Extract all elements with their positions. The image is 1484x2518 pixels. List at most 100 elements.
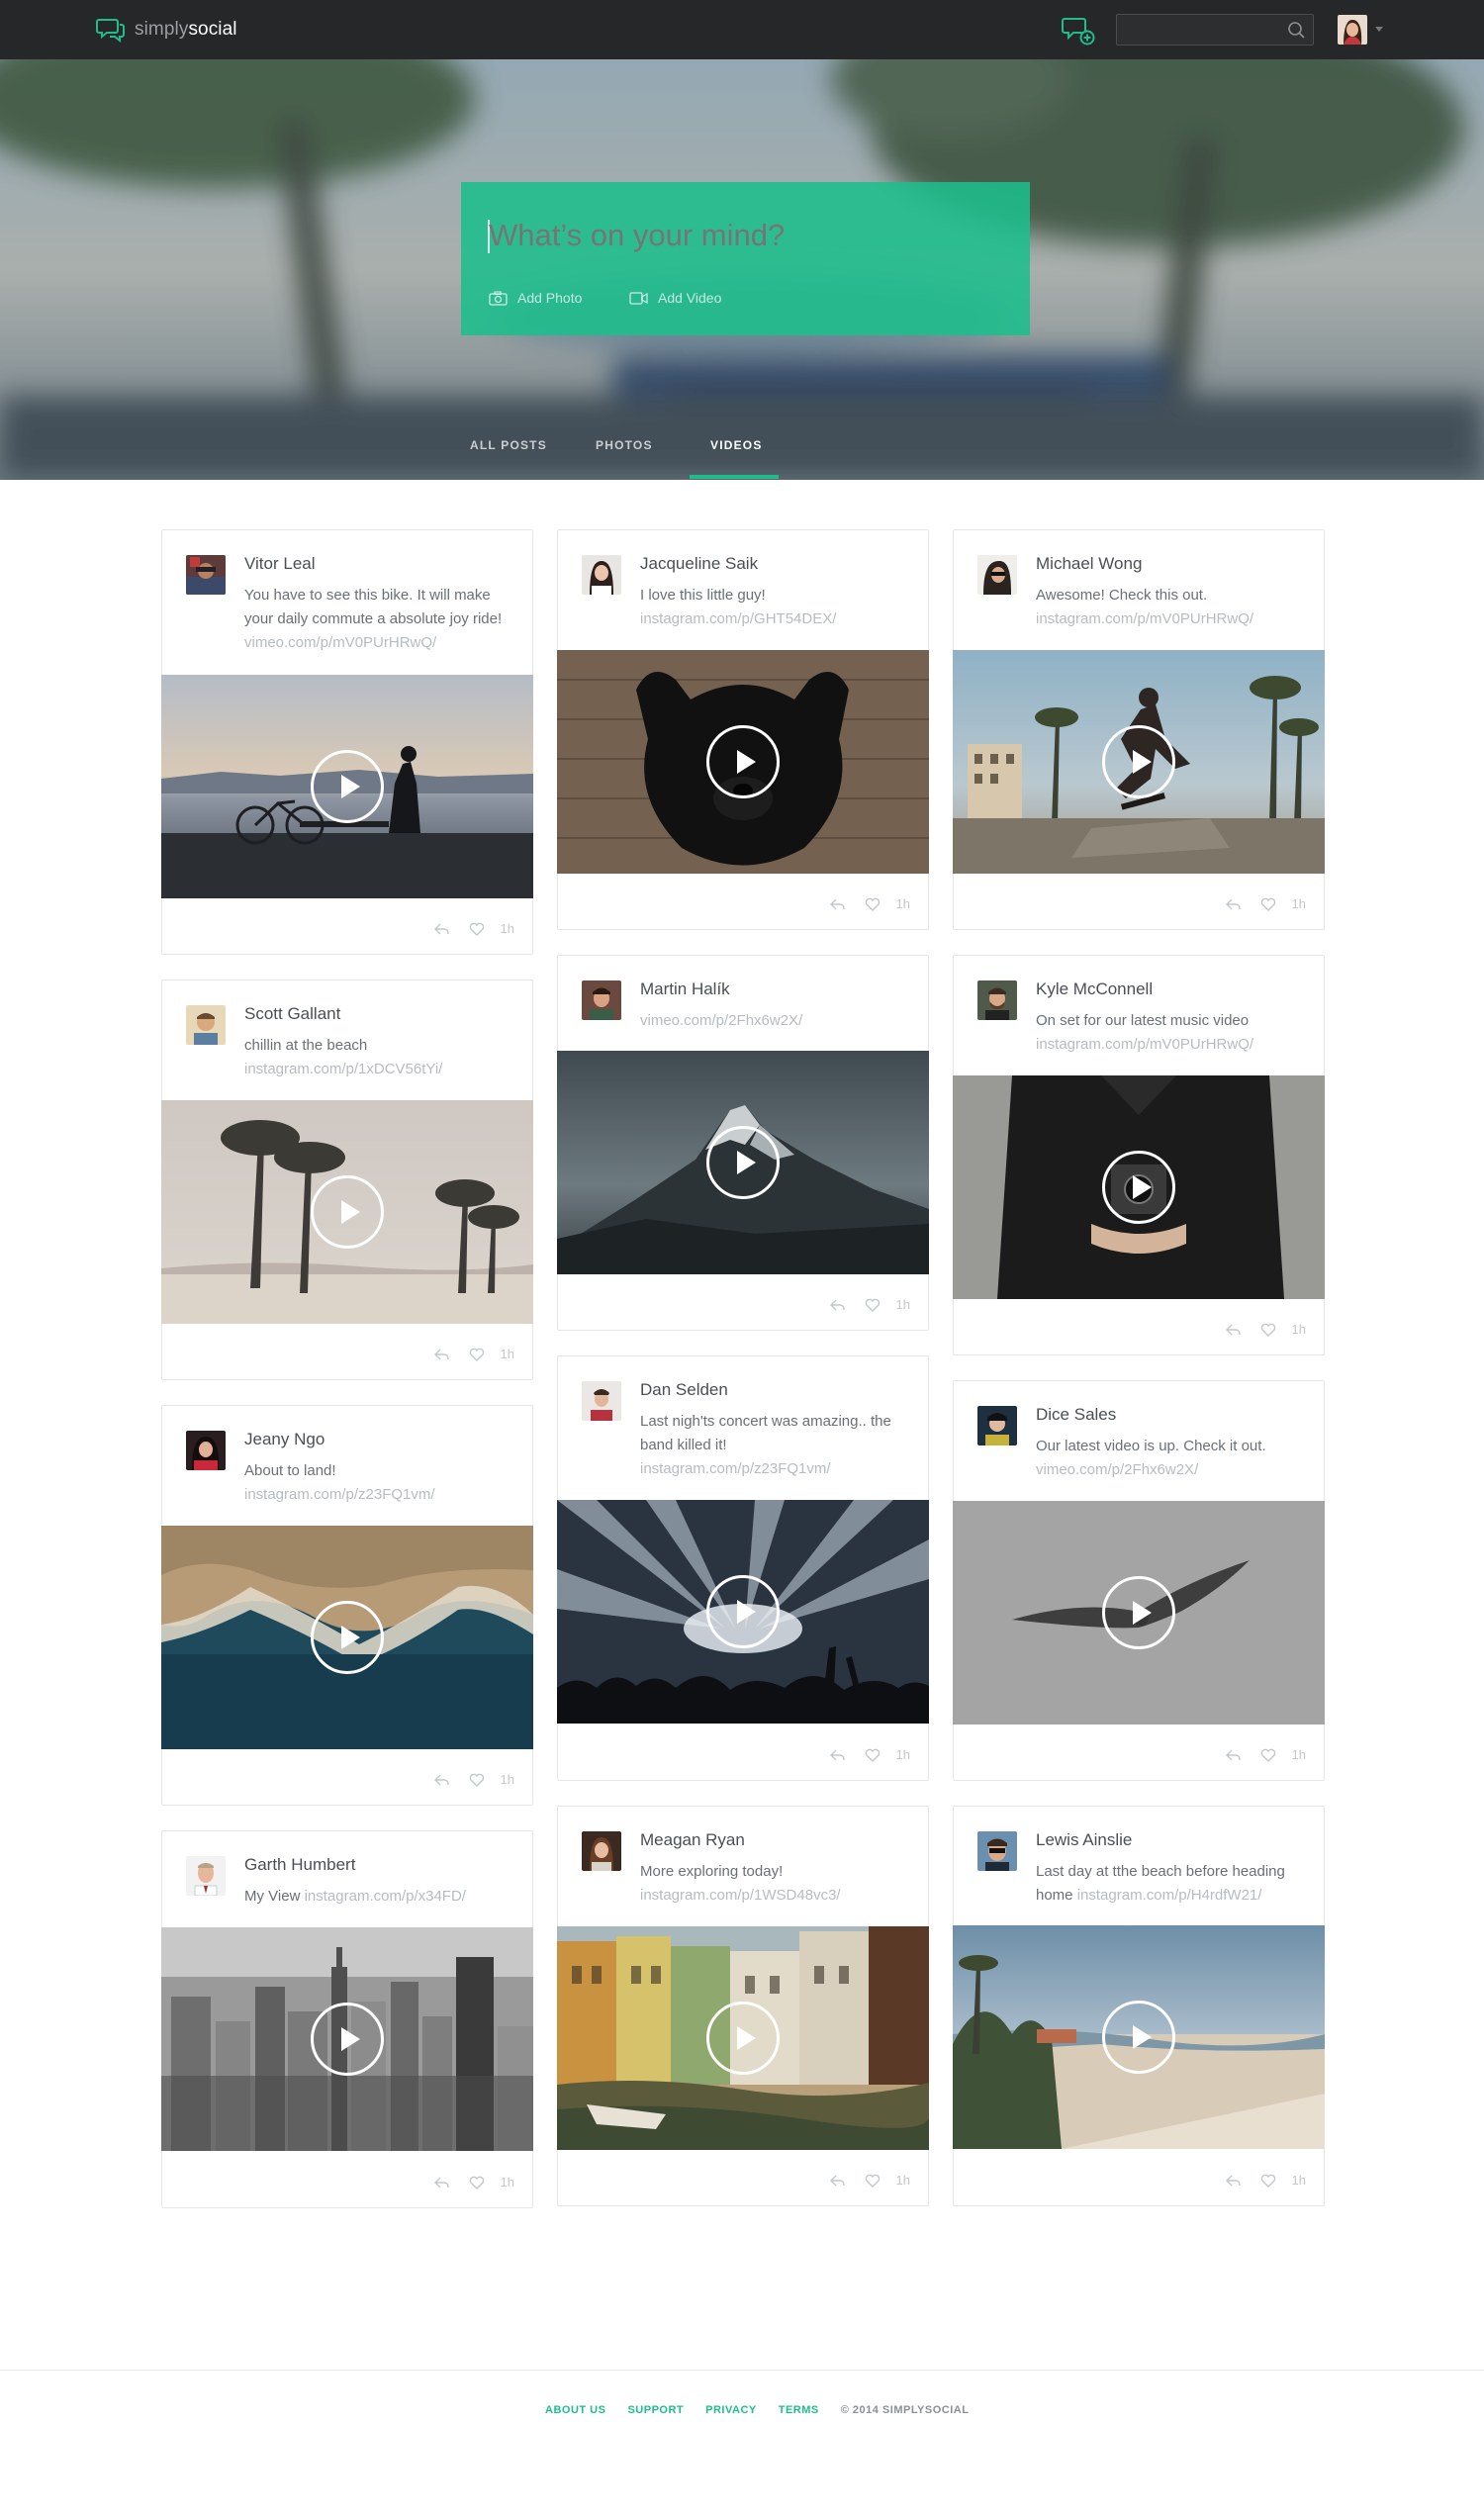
caret-down-icon[interactable]: [1375, 27, 1383, 32]
heart-icon[interactable]: [865, 897, 881, 911]
post-link[interactable]: instagram.com/p/H4rdfW21/: [1077, 1887, 1262, 1904]
video-thumbnail[interactable]: [161, 1100, 533, 1324]
heart-icon[interactable]: [865, 2174, 881, 2188]
author-avatar[interactable]: [186, 555, 226, 595]
author-avatar[interactable]: [186, 1856, 226, 1896]
author-avatar[interactable]: [977, 555, 1017, 595]
author-name[interactable]: Jeany Ngo: [244, 1430, 325, 1449]
video-thumbnail[interactable]: [557, 650, 929, 874]
author-avatar[interactable]: [186, 1005, 226, 1045]
heart-icon[interactable]: [1260, 1748, 1276, 1762]
composer-input[interactable]: [489, 218, 1003, 253]
author-name[interactable]: Martin Halík: [640, 979, 730, 999]
brand-logo[interactable]: simplysocial: [96, 17, 237, 43]
add-video-button[interactable]: Add Video: [629, 290, 721, 306]
play-button[interactable]: [1102, 1151, 1175, 1224]
author-avatar[interactable]: [977, 980, 1017, 1020]
post-link[interactable]: instagram.com/p/1WSD48vc3/: [640, 1887, 841, 1904]
search-icon[interactable]: [1287, 21, 1306, 40]
footer-link-privacy[interactable]: PRIVACY: [705, 2404, 757, 2416]
reply-icon[interactable]: [829, 897, 845, 911]
reply-icon[interactable]: [1225, 1323, 1241, 1337]
video-thumbnail[interactable]: [557, 1500, 929, 1724]
video-thumbnail[interactable]: [161, 675, 533, 898]
author-name[interactable]: Michael Wong: [1036, 554, 1142, 574]
reply-icon[interactable]: [829, 1748, 845, 1762]
video-thumbnail[interactable]: [557, 1926, 929, 2150]
compose-chat-icon[interactable]: [1062, 16, 1095, 46]
add-photo-button[interactable]: Add Photo: [489, 290, 582, 306]
post-link[interactable]: instagram.com/p/mV0PUrHRwQ/: [1036, 610, 1253, 627]
video-thumbnail[interactable]: [557, 1051, 929, 1274]
heart-icon[interactable]: [469, 922, 485, 936]
play-button[interactable]: [1102, 2001, 1175, 2074]
author-avatar[interactable]: [186, 1431, 226, 1470]
tab-all-posts[interactable]: ALL POSTS: [470, 438, 547, 452]
post-link[interactable]: instagram.com/p/z23FQ1vm/: [244, 1486, 435, 1503]
author-name[interactable]: Dan Selden: [640, 1380, 728, 1400]
author-name[interactable]: Meagan Ryan: [640, 1830, 745, 1850]
reply-icon[interactable]: [829, 2174, 845, 2188]
reply-icon[interactable]: [433, 922, 449, 936]
tab-videos[interactable]: VIDEOS: [710, 438, 763, 452]
author-avatar[interactable]: [582, 555, 621, 595]
author-name[interactable]: Scott Gallant: [244, 1004, 340, 1024]
post-link[interactable]: vimeo.com/p/mV0PUrHRwQ/: [244, 634, 436, 651]
author-avatar[interactable]: [582, 1381, 621, 1421]
post-link[interactable]: instagram.com/p/GHT54DEX/: [640, 610, 836, 627]
play-button[interactable]: [311, 1175, 384, 1249]
play-button[interactable]: [311, 2003, 384, 2076]
post-link[interactable]: instagram.com/p/x34FD/: [305, 1888, 466, 1905]
footer-link-support[interactable]: SUPPORT: [627, 2404, 684, 2416]
footer-link-terms[interactable]: TERMS: [779, 2404, 819, 2416]
video-thumbnail[interactable]: [953, 1925, 1325, 2149]
video-thumbnail[interactable]: [161, 1927, 533, 2151]
post-link[interactable]: instagram.com/p/mV0PUrHRwQ/: [1036, 1036, 1253, 1053]
reply-icon[interactable]: [1225, 897, 1241, 911]
author-name[interactable]: Vitor Leal: [244, 554, 316, 574]
video-thumbnail[interactable]: [953, 650, 1325, 874]
author-avatar[interactable]: [977, 1831, 1017, 1871]
video-thumbnail[interactable]: [161, 1526, 533, 1749]
search-input[interactable]: [1125, 19, 1283, 41]
heart-icon[interactable]: [1260, 1323, 1276, 1337]
post-link[interactable]: vimeo.com/p/2Fhx6w2X/: [1036, 1461, 1198, 1478]
post-link[interactable]: vimeo.com/p/2Fhx6w2X/: [640, 1012, 802, 1029]
reply-icon[interactable]: [433, 2176, 449, 2190]
author-avatar[interactable]: [582, 980, 621, 1020]
reply-icon[interactable]: [433, 1773, 449, 1787]
play-button[interactable]: [706, 1575, 780, 1648]
heart-icon[interactable]: [469, 1773, 485, 1787]
video-thumbnail[interactable]: [953, 1501, 1325, 1725]
post-composer[interactable]: Add Photo Add Video: [461, 182, 1030, 335]
heart-icon[interactable]: [865, 1298, 881, 1312]
reply-icon[interactable]: [433, 1348, 449, 1361]
play-button[interactable]: [1102, 1576, 1175, 1649]
post-link[interactable]: instagram.com/p/z23FQ1vm/: [640, 1460, 831, 1477]
author-name[interactable]: Garth Humbert: [244, 1855, 355, 1875]
reply-icon[interactable]: [829, 1298, 845, 1312]
author-avatar[interactable]: [582, 1831, 621, 1871]
play-button[interactable]: [706, 725, 780, 798]
play-button[interactable]: [311, 750, 384, 823]
post-link[interactable]: instagram.com/p/1xDCV56tYi/: [244, 1061, 442, 1077]
heart-icon[interactable]: [1260, 897, 1276, 911]
play-button[interactable]: [706, 1126, 780, 1199]
author-name[interactable]: Dice Sales: [1036, 1405, 1116, 1425]
user-avatar[interactable]: [1338, 15, 1367, 45]
author-avatar[interactable]: [977, 1406, 1017, 1446]
heart-icon[interactable]: [469, 1348, 485, 1361]
author-name[interactable]: Kyle McConnell: [1036, 979, 1153, 999]
play-button[interactable]: [311, 1601, 384, 1674]
heart-icon[interactable]: [865, 1748, 881, 1762]
search-box[interactable]: [1116, 14, 1314, 46]
video-thumbnail[interactable]: [953, 1075, 1325, 1299]
heart-icon[interactable]: [1260, 2174, 1276, 2188]
tab-photos[interactable]: PHOTOS: [596, 438, 653, 452]
play-button[interactable]: [1102, 725, 1175, 798]
author-name[interactable]: Jacqueline Saik: [640, 554, 758, 574]
reply-icon[interactable]: [1225, 1748, 1241, 1762]
reply-icon[interactable]: [1225, 2174, 1241, 2188]
footer-link-about-us[interactable]: ABOUT US: [545, 2404, 605, 2416]
author-name[interactable]: Lewis Ainslie: [1036, 1830, 1132, 1850]
